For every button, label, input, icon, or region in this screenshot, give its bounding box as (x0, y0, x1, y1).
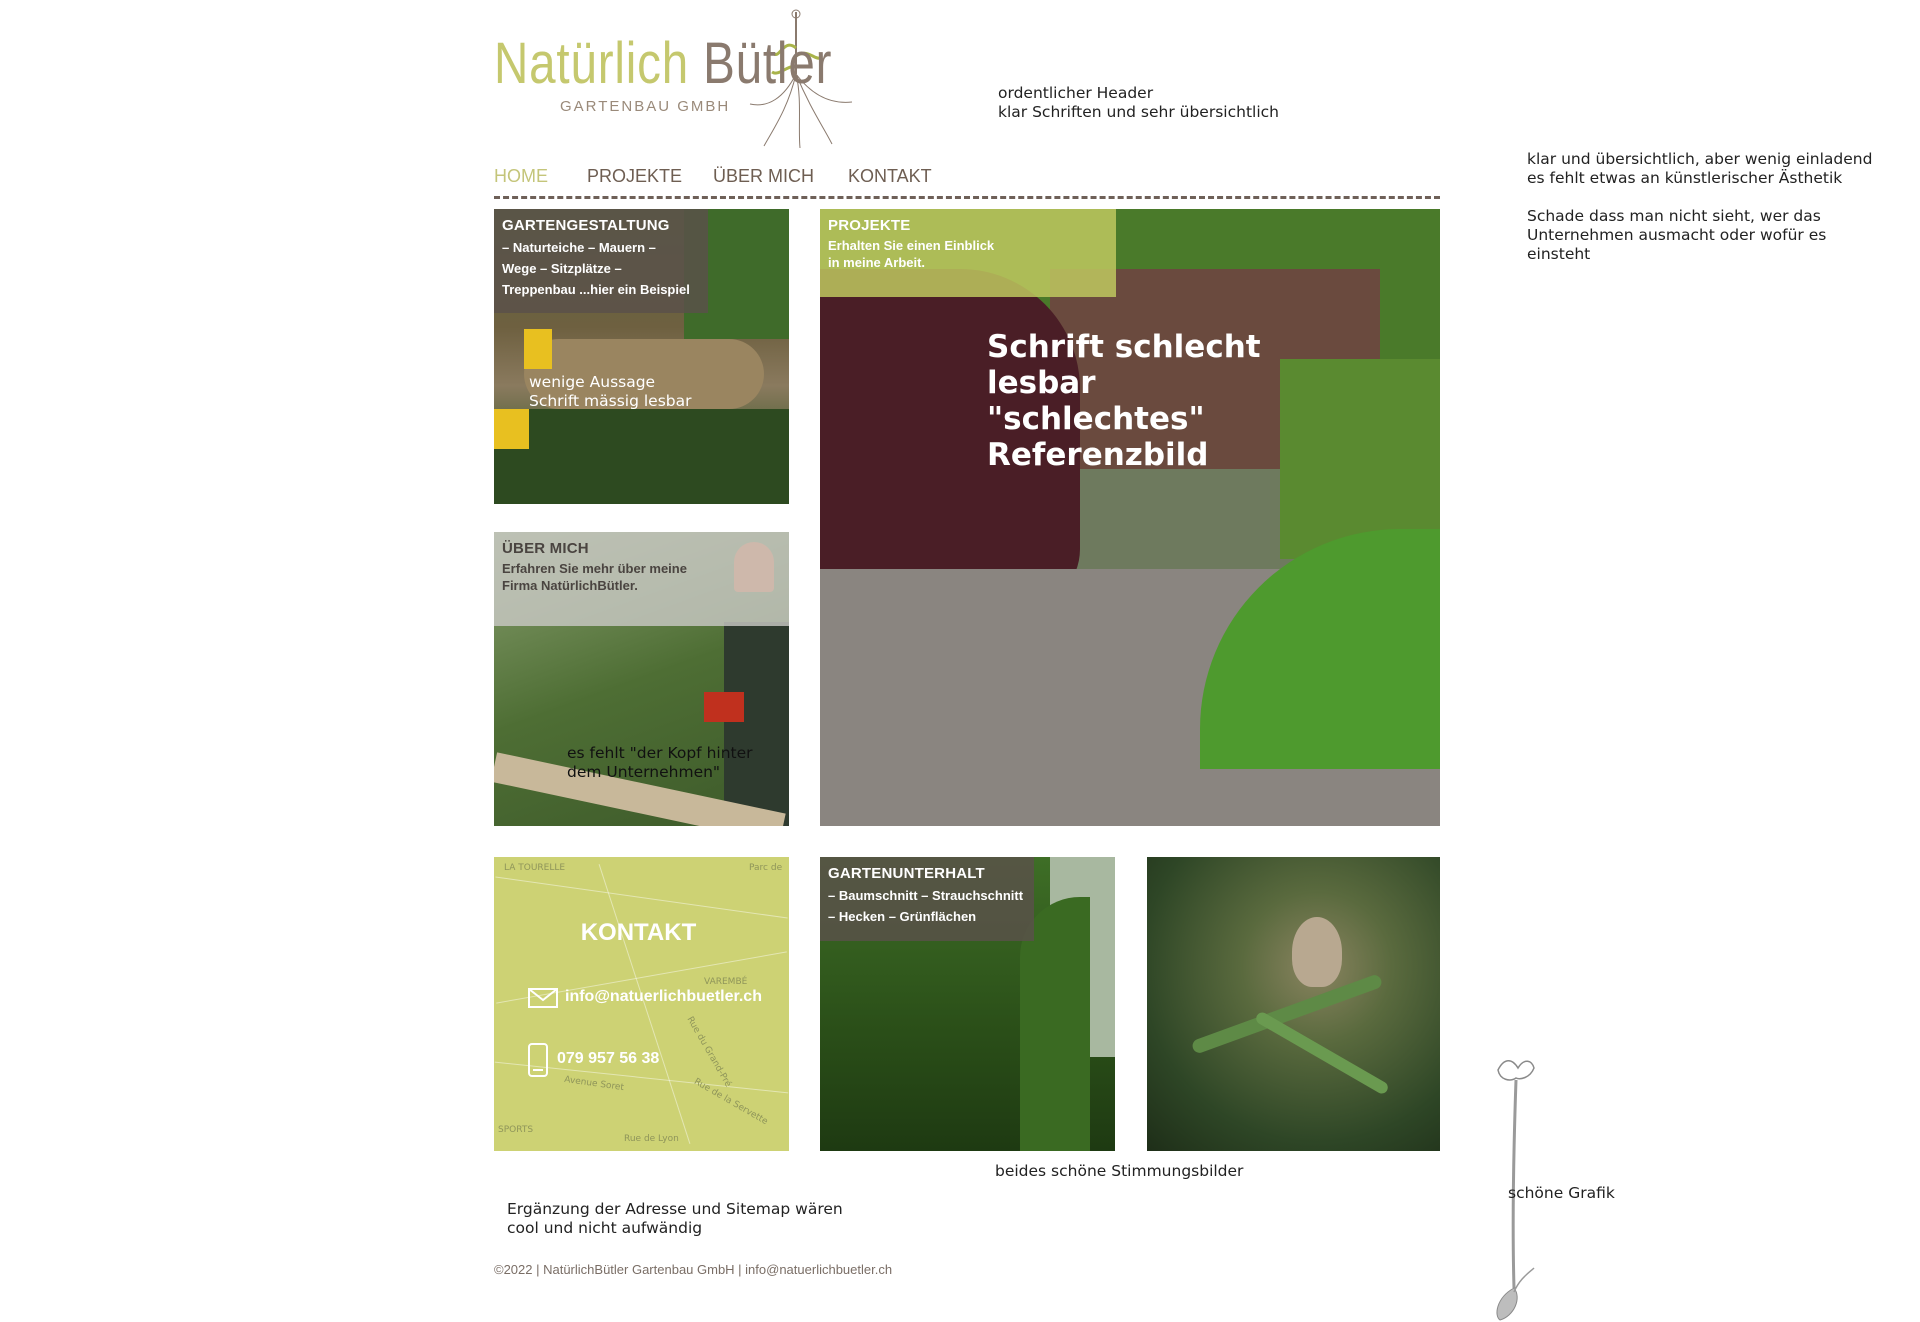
map-label: SPORTS (498, 1125, 534, 1135)
tile-title: ÜBER MICH (502, 540, 589, 557)
logo-wordmark[interactable]: Natürlich Bütler (494, 30, 832, 97)
phone-icon (528, 1043, 548, 1077)
map-label: Rue du Grand-Pré (684, 1015, 733, 1089)
flower-bud-photo (1147, 857, 1440, 1151)
annotation-header: ordentlicher Header klar Schriften und s… (998, 84, 1279, 121)
tile-gartengestaltung[interactable]: GARTENGESTALTUNG – Naturteiche – Mauern … (494, 209, 789, 504)
tile-title: PROJEKTE (828, 217, 911, 234)
annotation-projekte: Schrift schlecht lesbar "schlechtes" Ref… (987, 329, 1261, 473)
tile-ueber-mich[interactable]: ÜBER MICH Erfahren Sie mehr über meine F… (494, 532, 789, 826)
logo-subtitle: GARTENBAU GMBH (560, 98, 731, 115)
tile-kontakt[interactable]: LA TOURELLE VAREMBÉ Parc de Avenue Soret… (494, 857, 789, 1151)
kontakt-phone[interactable]: 079 957 56 38 (557, 1050, 659, 1068)
footer-copyright: ©2022 | NatürlichBütler Gartenbau GmbH |… (494, 1262, 893, 1277)
tile-gartenunterhalt[interactable]: GARTENUNTERHALT – Baumschnitt – Strauchs… (820, 857, 1115, 1151)
tile-title: GARTENGESTALTUNG (502, 217, 670, 234)
kontakt-email[interactable]: info@natuerlichbuetler.ch (565, 988, 762, 1006)
kontakt-title: KONTAKT (580, 919, 697, 946)
nav-projekte[interactable]: PROJEKTE (587, 166, 682, 190)
nav-kontakt[interactable]: KONTAKT (848, 166, 932, 190)
tile-title: GARTENUNTERHALT (828, 865, 985, 882)
projekte-photo (820, 209, 1440, 826)
tile-text: Erfahren Sie mehr über meine Firma Natür… (502, 561, 687, 593)
tile-projekte[interactable]: PROJEKTE Erhalten Sie einen Einblick in … (820, 209, 1440, 826)
annotation-mood: beides schöne Stimmungsbilder (995, 1162, 1244, 1180)
map-label: Avenue Soret (563, 1074, 625, 1094)
annotation-footer: Ergänzung der Adresse und Sitemap wären … (507, 1200, 843, 1237)
nav-divider (494, 196, 1440, 199)
tile-text: Erhalten Sie einen Einblick in meine Arb… (828, 238, 995, 270)
tile-plant-photo[interactable] (1147, 857, 1440, 1151)
mail-icon (528, 988, 558, 1008)
logo-word-1: Natürlich (494, 31, 690, 96)
map-label: VAREMBÉ (704, 977, 748, 987)
map-label: Parc de (749, 863, 783, 873)
annotation-graphic: schöne Grafik (1508, 1184, 1615, 1202)
tile-text: – Baumschnitt – Strauchschnitt – Hecken … (828, 888, 1024, 924)
map-label: LA TOURELLE (504, 863, 566, 873)
logo-word-2: Bütler (703, 31, 833, 96)
nav-ueber-mich[interactable]: ÜBER MICH (713, 166, 814, 190)
annotation-gartengestaltung: wenige Aussage Schrift mässig lesbar (529, 373, 692, 410)
tile-text: – Naturteiche – Mauern – Wege – Sitzplät… (502, 240, 690, 297)
nav-home[interactable]: HOME (494, 166, 548, 190)
map-label: Rue de Lyon (624, 1134, 679, 1144)
annotation-overall: klar und übersichtlich, aber wenig einla… (1527, 150, 1873, 263)
annotation-ueber-mich: es fehlt "der Kopf hinter dem Unternehme… (567, 744, 753, 781)
